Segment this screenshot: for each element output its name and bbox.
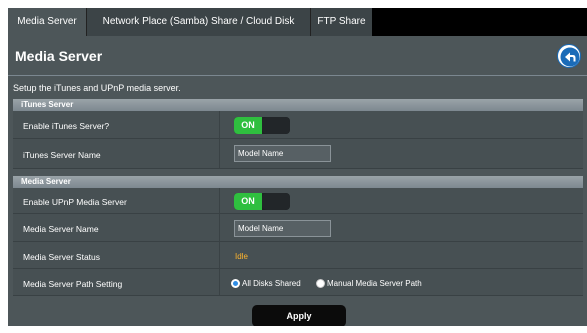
tab-media-server[interactable]: Media Server	[8, 8, 86, 36]
enable-upnp-label: Enable UPnP Media Server	[23, 197, 127, 207]
row-media-name: Media Server Name	[13, 214, 583, 242]
itunes-name-input[interactable]	[234, 145, 331, 162]
toggle-on-label: ON	[234, 117, 262, 134]
column-divider	[219, 269, 220, 295]
back-button[interactable]	[557, 44, 581, 68]
column-divider	[219, 214, 220, 241]
column-divider	[219, 242, 220, 268]
itunes-name-label: iTunes Server Name	[23, 150, 101, 160]
column-divider	[219, 188, 220, 213]
toggle-knob	[262, 193, 290, 210]
row-itunes-name: iTunes Server Name	[13, 139, 583, 169]
status-value: Idle	[235, 252, 248, 261]
media-status-label: Media Server Status	[23, 252, 101, 262]
enable-itunes-label: Enable iTunes Server?	[23, 121, 110, 131]
itunes-toggle[interactable]: ON	[234, 117, 290, 134]
tab-bar: Media Server Network Place (Samba) Share…	[8, 8, 587, 36]
title-divider	[8, 75, 587, 76]
radio-manual-path[interactable]	[316, 279, 325, 288]
media-path-label: Media Server Path Setting	[23, 279, 123, 289]
toggle-on-label: ON	[234, 193, 262, 210]
apply-button[interactable]: Apply	[252, 305, 346, 326]
page-title: Media Server	[15, 48, 103, 64]
row-media-status: Media Server Status Idle	[13, 242, 583, 269]
section-header-itunes: iTunes Server	[13, 99, 583, 111]
row-media-path: Media Server Path Setting All Disks Shar…	[13, 269, 583, 296]
radio-all-disks[interactable]	[231, 279, 240, 288]
column-divider	[219, 139, 220, 168]
row-enable-itunes: Enable iTunes Server? ON	[13, 111, 583, 139]
toggle-knob	[262, 117, 290, 134]
media-server-panel: Media Server Network Place (Samba) Share…	[8, 8, 587, 326]
page-description: Setup the iTunes and UPnP media server.	[13, 83, 181, 93]
media-name-input[interactable]	[234, 220, 331, 237]
column-divider	[219, 111, 220, 138]
tab-ftp-share[interactable]: FTP Share	[310, 8, 372, 36]
row-enable-upnp: Enable UPnP Media Server ON	[13, 188, 583, 214]
upnp-toggle[interactable]: ON	[234, 193, 290, 210]
section-header-media: Media Server	[13, 176, 583, 188]
radio-all-disks-label[interactable]: All Disks Shared	[242, 279, 301, 288]
tab-network-place-share[interactable]: Network Place (Samba) Share / Cloud Disk	[86, 8, 310, 36]
back-arrow-icon	[560, 47, 580, 67]
radio-manual-path-label[interactable]: Manual Media Server Path	[327, 279, 422, 288]
media-name-label: Media Server Name	[23, 224, 99, 234]
